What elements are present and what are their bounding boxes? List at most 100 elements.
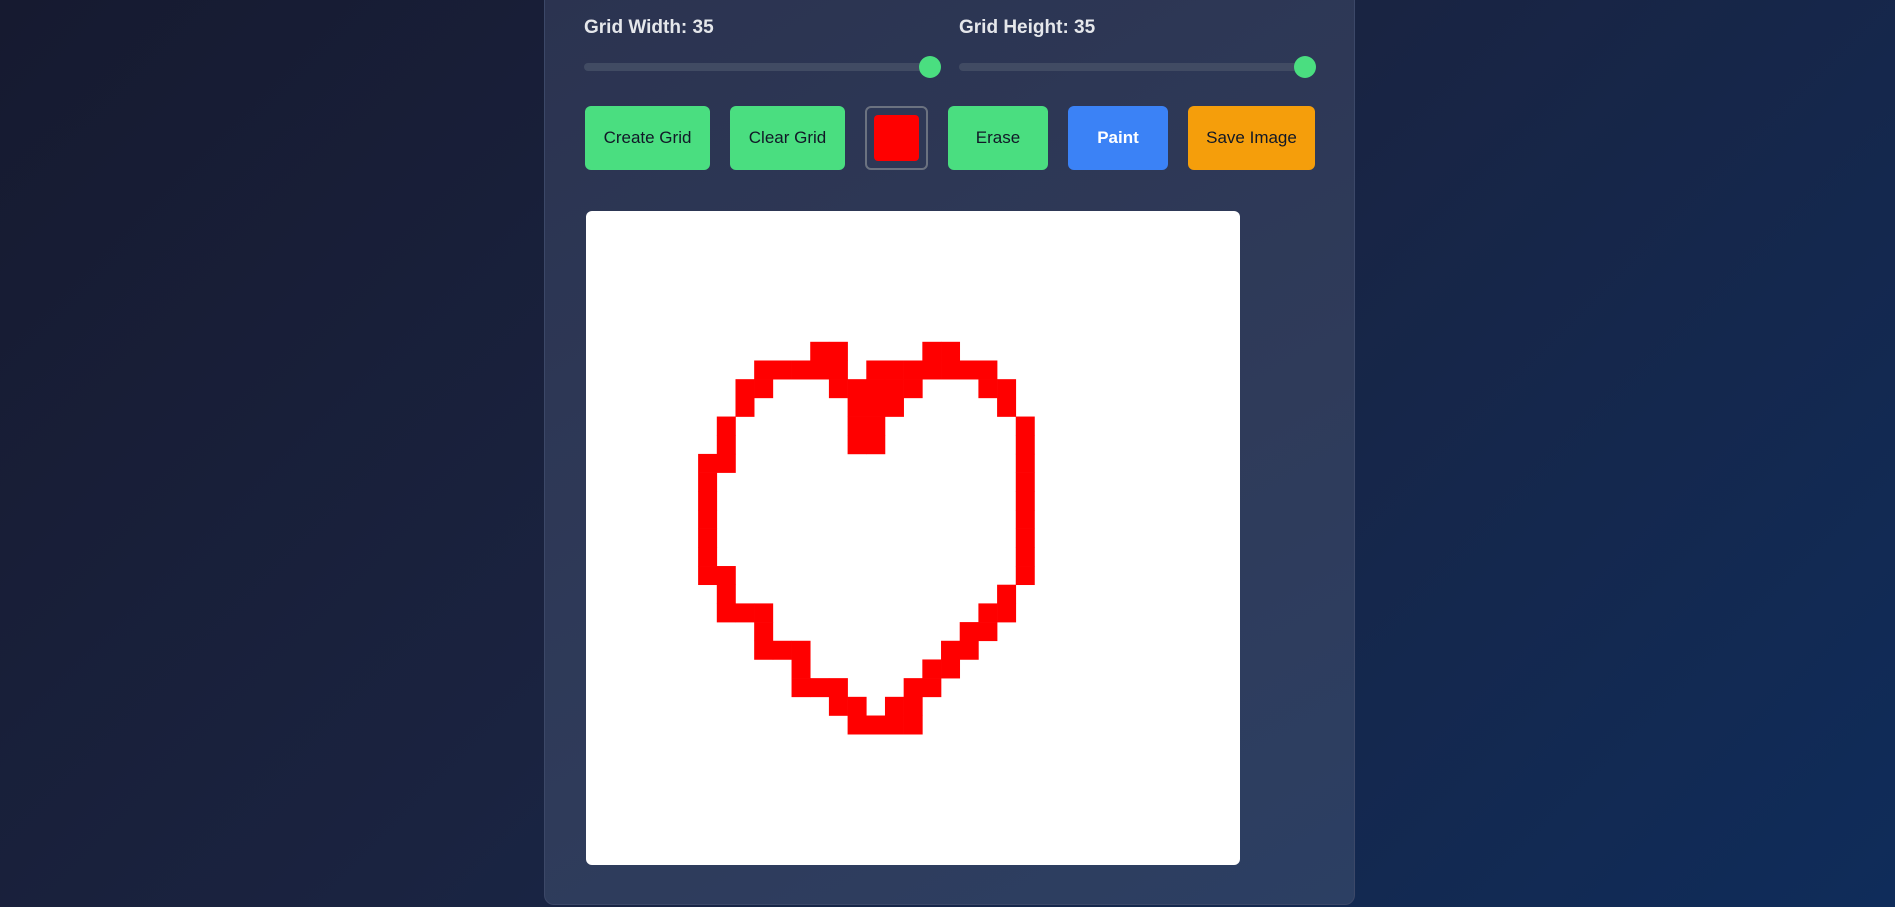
painted-pixel[interactable] bbox=[903, 360, 923, 380]
painted-pixel[interactable] bbox=[828, 360, 848, 380]
painted-pixel[interactable] bbox=[1015, 453, 1035, 473]
selected-color-swatch bbox=[874, 115, 919, 161]
painted-pixel[interactable] bbox=[922, 341, 942, 361]
painted-pixel[interactable] bbox=[847, 696, 867, 716]
painted-pixel[interactable] bbox=[866, 715, 886, 735]
clear-grid-button[interactable]: Clear Grid bbox=[730, 106, 845, 170]
painted-pixel[interactable] bbox=[754, 603, 774, 623]
painted-pixel[interactable] bbox=[903, 696, 923, 716]
grid-width-slider[interactable] bbox=[584, 56, 941, 78]
grid-width-slider-thumb[interactable] bbox=[918, 56, 941, 78]
grid-height-slider-thumb[interactable] bbox=[1293, 56, 1316, 78]
painted-pixel[interactable] bbox=[828, 341, 848, 361]
painted-pixel[interactable] bbox=[903, 715, 923, 735]
painted-pixel[interactable] bbox=[791, 659, 811, 679]
painted-pixel[interactable] bbox=[941, 360, 961, 380]
painted-pixel[interactable] bbox=[903, 678, 923, 698]
painted-pixel[interactable] bbox=[828, 696, 848, 716]
painted-pixel[interactable] bbox=[791, 360, 811, 380]
painted-pixel[interactable] bbox=[698, 453, 718, 473]
painted-pixel[interactable] bbox=[884, 715, 904, 735]
painted-pixel[interactable] bbox=[772, 640, 792, 660]
grid-width-control: Grid Width: 35 bbox=[584, 16, 941, 78]
painted-pixel[interactable] bbox=[884, 696, 904, 716]
painted-pixel[interactable] bbox=[791, 640, 811, 660]
painted-pixel[interactable] bbox=[847, 435, 867, 455]
painted-pixel[interactable] bbox=[754, 622, 774, 642]
painted-pixel[interactable] bbox=[716, 453, 736, 473]
painted-pixel[interactable] bbox=[884, 397, 904, 417]
painted-pixel[interactable] bbox=[698, 528, 718, 548]
painted-pixel[interactable] bbox=[922, 678, 942, 698]
painted-pixel[interactable] bbox=[735, 603, 755, 623]
create-grid-button[interactable]: Create Grid bbox=[585, 106, 710, 170]
painted-pixel[interactable] bbox=[1015, 566, 1035, 586]
painted-pixel[interactable] bbox=[716, 566, 736, 586]
painted-pixel[interactable] bbox=[866, 379, 886, 399]
painted-pixel[interactable] bbox=[959, 640, 979, 660]
painted-pixel[interactable] bbox=[847, 379, 867, 399]
painted-pixel[interactable] bbox=[959, 360, 979, 380]
painted-pixel[interactable] bbox=[1015, 547, 1035, 567]
painted-pixel[interactable] bbox=[1015, 435, 1035, 455]
painted-pixel[interactable] bbox=[922, 659, 942, 679]
painted-pixel[interactable] bbox=[716, 416, 736, 436]
painted-pixel[interactable] bbox=[903, 379, 923, 399]
painted-pixel[interactable] bbox=[810, 360, 830, 380]
pixel-canvas[interactable] bbox=[586, 211, 1240, 865]
painted-pixel[interactable] bbox=[754, 640, 774, 660]
painted-pixel[interactable] bbox=[698, 472, 718, 492]
painted-pixel[interactable] bbox=[866, 435, 886, 455]
painted-pixel[interactable] bbox=[735, 397, 755, 417]
painted-pixel[interactable] bbox=[1015, 472, 1035, 492]
painted-pixel[interactable] bbox=[847, 715, 867, 735]
color-picker[interactable] bbox=[865, 106, 928, 170]
painted-pixel[interactable] bbox=[828, 678, 848, 698]
painted-pixel[interactable] bbox=[735, 379, 755, 399]
painted-pixel[interactable] bbox=[866, 360, 886, 380]
painted-pixel[interactable] bbox=[698, 547, 718, 567]
painted-pixel[interactable] bbox=[828, 379, 848, 399]
painted-pixel[interactable] bbox=[884, 360, 904, 380]
painted-pixel[interactable] bbox=[810, 341, 830, 361]
painted-pixel[interactable] bbox=[716, 435, 736, 455]
painted-pixel[interactable] bbox=[997, 584, 1017, 604]
painted-pixel[interactable] bbox=[1015, 416, 1035, 436]
painted-pixel[interactable] bbox=[810, 678, 830, 698]
painted-pixel[interactable] bbox=[997, 379, 1017, 399]
painted-pixel[interactable] bbox=[791, 678, 811, 698]
painted-pixel[interactable] bbox=[941, 659, 961, 679]
painted-pixel[interactable] bbox=[716, 584, 736, 604]
painted-pixel[interactable] bbox=[1015, 528, 1035, 548]
painted-pixel[interactable] bbox=[922, 360, 942, 380]
painted-pixel[interactable] bbox=[997, 397, 1017, 417]
painted-pixel[interactable] bbox=[941, 341, 961, 361]
painted-pixel[interactable] bbox=[941, 640, 961, 660]
painted-pixel[interactable] bbox=[754, 360, 774, 380]
grid-width-label: Grid Width: 35 bbox=[584, 17, 714, 38]
grid-height-slider[interactable] bbox=[959, 56, 1316, 78]
paint-button[interactable]: Paint bbox=[1068, 106, 1168, 170]
painted-pixel[interactable] bbox=[698, 566, 718, 586]
erase-button[interactable]: Erase bbox=[948, 106, 1048, 170]
painted-pixel[interactable] bbox=[772, 360, 792, 380]
painted-pixel[interactable] bbox=[847, 416, 867, 436]
painted-pixel[interactable] bbox=[997, 603, 1017, 623]
painted-pixel[interactable] bbox=[698, 509, 718, 529]
painted-pixel[interactable] bbox=[698, 491, 718, 511]
pixel-grid[interactable] bbox=[586, 211, 1240, 865]
painted-pixel[interactable] bbox=[754, 379, 774, 399]
painted-pixel[interactable] bbox=[978, 603, 998, 623]
painted-pixel[interactable] bbox=[884, 379, 904, 399]
painted-pixel[interactable] bbox=[959, 622, 979, 642]
painted-pixel[interactable] bbox=[866, 397, 886, 417]
painted-pixel[interactable] bbox=[978, 622, 998, 642]
painted-pixel[interactable] bbox=[1015, 509, 1035, 529]
painted-pixel[interactable] bbox=[1015, 491, 1035, 511]
painted-pixel[interactable] bbox=[716, 603, 736, 623]
painted-pixel[interactable] bbox=[866, 416, 886, 436]
painted-pixel[interactable] bbox=[978, 360, 998, 380]
save-image-button[interactable]: Save Image bbox=[1188, 106, 1315, 170]
painted-pixel[interactable] bbox=[978, 379, 998, 399]
painted-pixel[interactable] bbox=[847, 397, 867, 417]
